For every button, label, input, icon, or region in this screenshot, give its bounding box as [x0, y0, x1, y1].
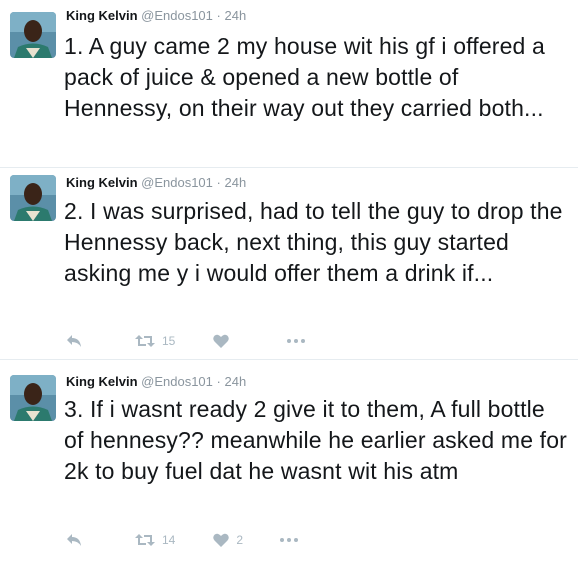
tweet-header: King Kelvin @Endos101 · 24h	[66, 175, 246, 190]
tweet-text: 2. I was surprised, had to tell the guy …	[64, 198, 563, 286]
retweet-count: 14	[162, 533, 176, 547]
separator: ·	[216, 175, 221, 190]
retweet-count: 15	[162, 334, 176, 348]
heart-icon	[213, 533, 230, 547]
tweet[interactable]: King Kelvin @Endos101 · 24h 2. I was sur…	[0, 168, 578, 360]
avatar[interactable]	[10, 175, 56, 221]
tweet-text: 1. A guy came 2 my house wit his gf i of…	[64, 33, 545, 121]
user-handle[interactable]: @Endos101	[141, 374, 213, 389]
tweet-actions: 15	[66, 331, 306, 351]
like-button[interactable]: 2	[213, 533, 243, 547]
reply-icon	[67, 335, 81, 347]
display-name[interactable]: King Kelvin	[66, 374, 138, 389]
tweet[interactable]: King Kelvin @Endos101 · 24h 1. A guy cam…	[0, 0, 578, 168]
timestamp[interactable]: 24h	[224, 175, 246, 190]
separator: ·	[216, 8, 221, 23]
more-icon	[280, 538, 299, 542]
retweet-button[interactable]: 15	[135, 334, 175, 348]
user-handle[interactable]: @Endos101	[141, 8, 213, 23]
reply-button[interactable]	[66, 334, 82, 348]
like-count: 2	[236, 533, 244, 547]
user-handle[interactable]: @Endos101	[141, 175, 213, 190]
like-button[interactable]	[213, 334, 236, 348]
reply-icon	[67, 534, 81, 546]
retweet-button[interactable]: 14	[135, 533, 175, 547]
more-icon	[287, 339, 306, 343]
separator: ·	[216, 374, 221, 389]
tweet[interactable]: King Kelvin @Endos101 · 24h 3. If i wasn…	[0, 360, 578, 566]
retweet-icon	[135, 335, 155, 347]
display-name[interactable]: King Kelvin	[66, 175, 138, 190]
tweet-header: King Kelvin @Endos101 · 24h	[66, 8, 246, 23]
heart-icon	[213, 334, 230, 348]
more-button[interactable]	[286, 338, 306, 344]
tweet-actions: 14 2	[66, 530, 299, 550]
avatar[interactable]	[10, 12, 56, 58]
reply-button[interactable]	[66, 533, 82, 547]
more-button[interactable]	[279, 537, 299, 543]
tweet-text: 3. If i wasnt ready 2 give it to them, A…	[64, 396, 567, 484]
retweet-icon	[135, 534, 155, 546]
avatar[interactable]	[10, 375, 56, 421]
timestamp[interactable]: 24h	[224, 374, 246, 389]
timestamp[interactable]: 24h	[224, 8, 246, 23]
tweet-header: King Kelvin @Endos101 · 24h	[66, 374, 246, 389]
display-name[interactable]: King Kelvin	[66, 8, 138, 23]
